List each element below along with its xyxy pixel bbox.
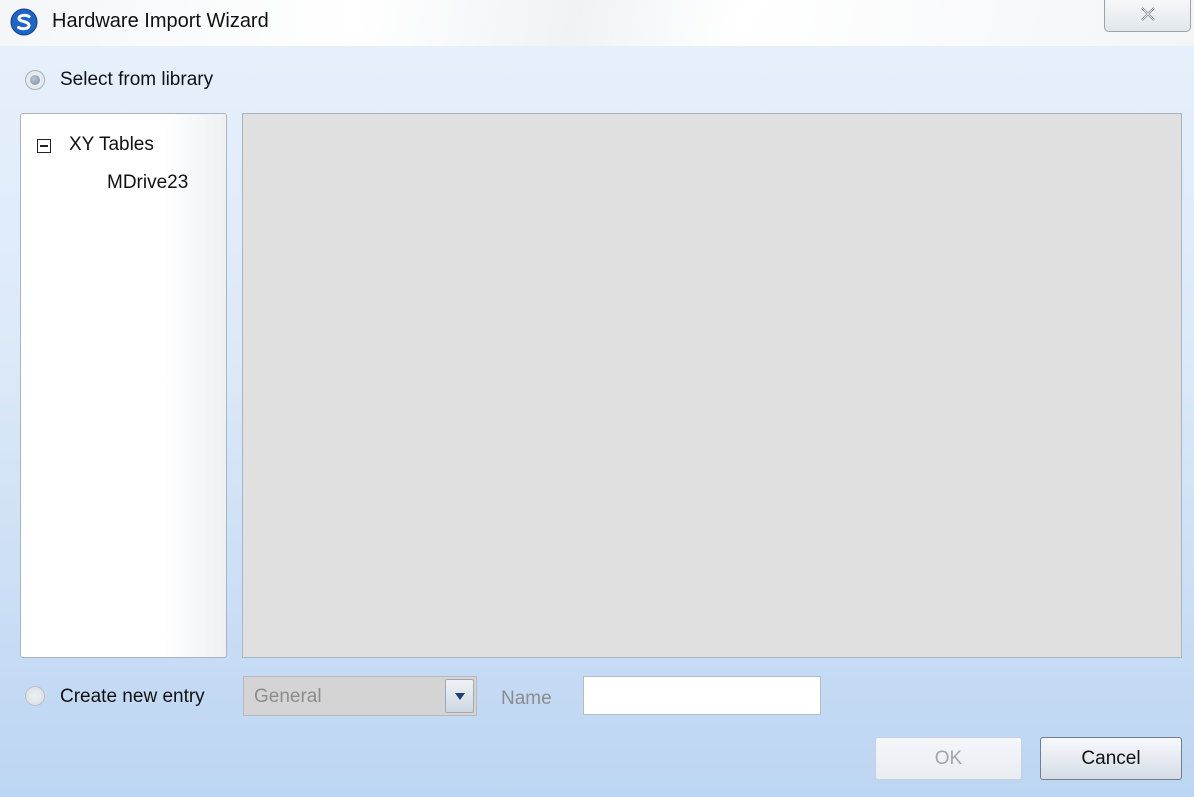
close-button[interactable] — [1104, 0, 1191, 32]
create-new-entry-label[interactable]: Create new entry — [60, 686, 205, 708]
chevron-down-icon — [455, 693, 465, 700]
ok-button[interactable]: OK — [875, 737, 1022, 780]
app-logo-icon — [10, 8, 38, 36]
collapse-toggle-icon[interactable] — [37, 139, 51, 153]
window-title: Hardware Import Wizard — [52, 10, 269, 32]
name-input[interactable] — [583, 676, 821, 715]
select-from-library-label[interactable]: Select from library — [60, 69, 213, 91]
tree-item-mdrive23[interactable]: MDrive23 — [107, 172, 188, 194]
dropdown-arrow-button[interactable] — [445, 679, 474, 713]
create-new-entry-radio[interactable] — [25, 686, 45, 706]
preview-panel — [242, 113, 1182, 658]
category-dropdown-value: General — [254, 686, 322, 707]
tree-group-xy-tables[interactable]: XY Tables — [69, 134, 154, 156]
title-bar: Hardware Import Wizard — [0, 0, 1194, 46]
library-tree[interactable]: XY Tables MDrive23 — [20, 113, 227, 658]
radio-selected-dot — [30, 75, 40, 85]
category-dropdown[interactable]: General — [243, 676, 477, 716]
close-icon — [1140, 7, 1155, 21]
select-from-library-radio[interactable] — [25, 70, 45, 90]
name-label: Name — [501, 688, 552, 709]
hardware-import-wizard-window: Hardware Import Wizard Select from libra… — [0, 0, 1194, 797]
cancel-button[interactable]: Cancel — [1040, 737, 1182, 780]
